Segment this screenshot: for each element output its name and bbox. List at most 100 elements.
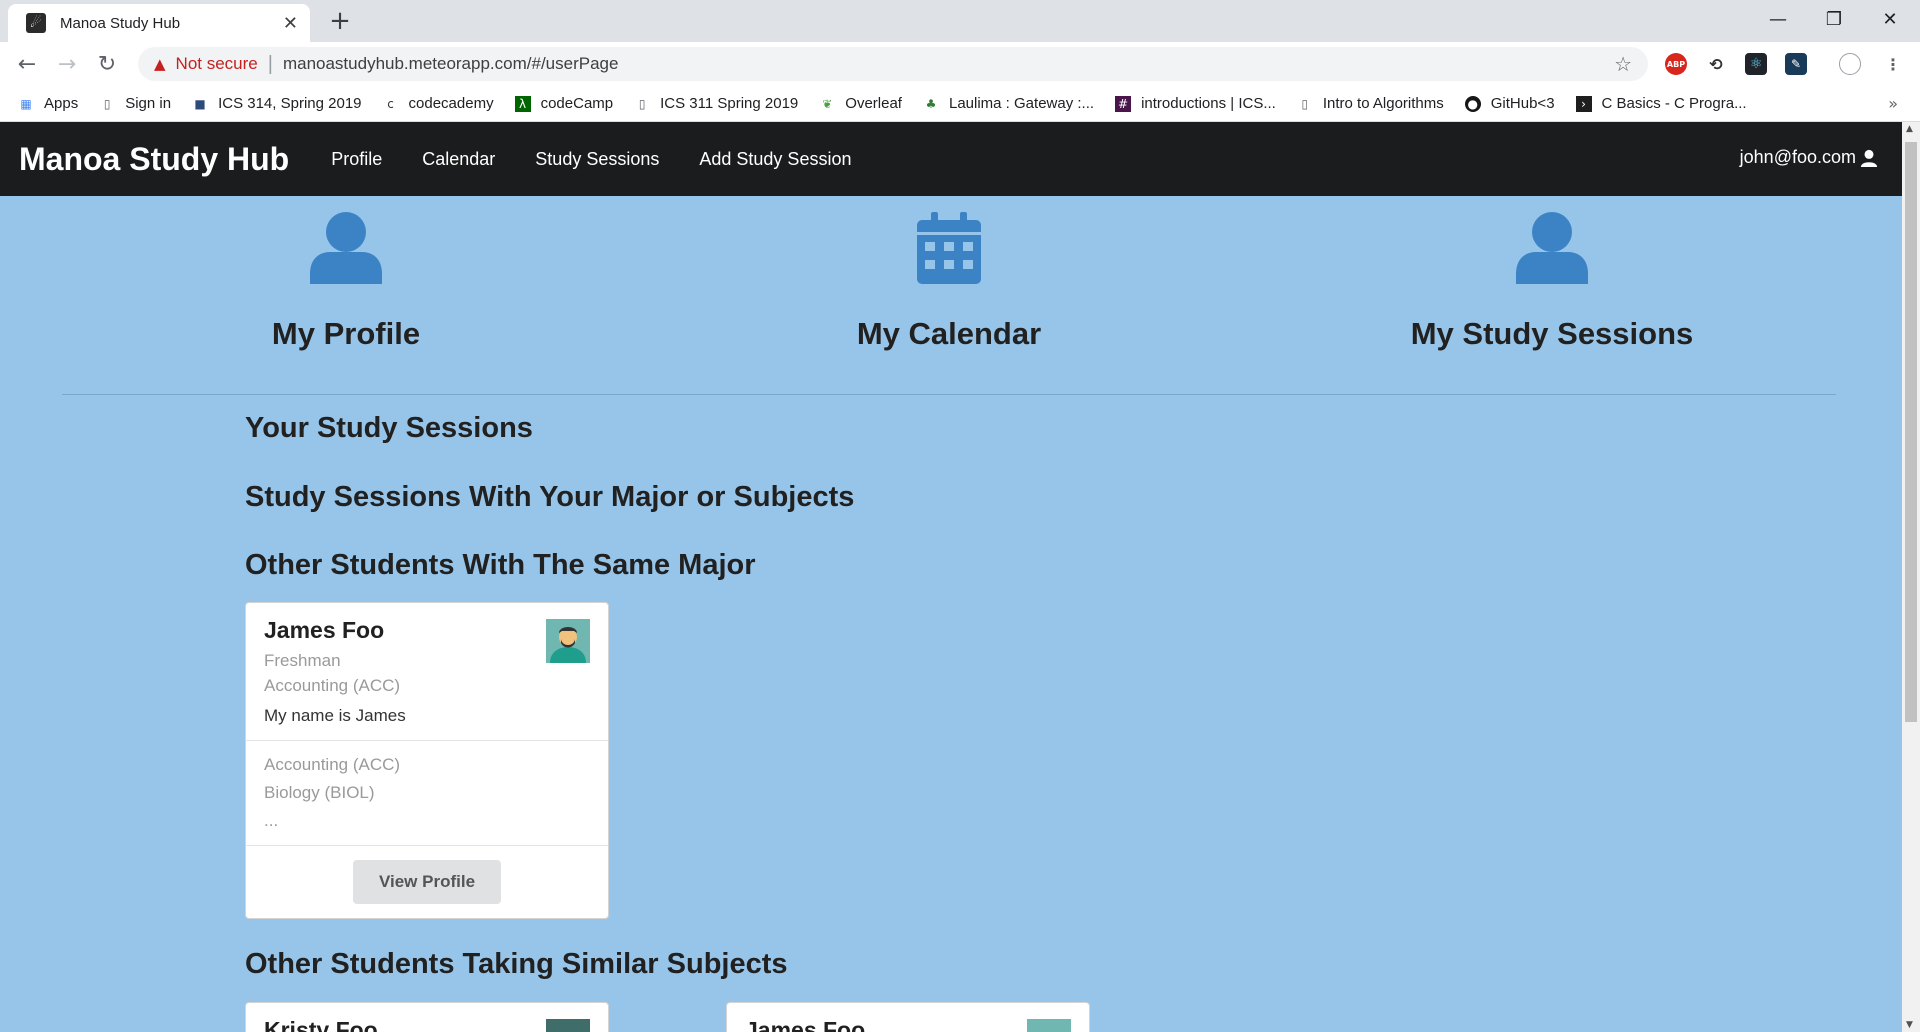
sync-extension-icon[interactable]: ⟲ — [1705, 53, 1727, 75]
react-devtools-icon[interactable]: ⚛ — [1745, 53, 1767, 75]
student-major: Accounting (ACC) — [264, 676, 401, 695]
heading-your-study-sessions: Your Study Sessions — [245, 412, 533, 444]
student-name: James Foo — [264, 617, 385, 643]
scrollbar-thumb[interactable] — [1905, 142, 1917, 722]
student-year: Freshman — [264, 651, 341, 670]
bookmark-item[interactable]: ❦ Overleaf — [819, 95, 902, 112]
student-card: James Foo — [726, 1002, 1090, 1032]
user-icon — [1516, 212, 1588, 284]
student-card: James Foo Freshman Accounting (ACC) My n… — [245, 602, 609, 919]
reload-icon[interactable]: ↻ — [91, 48, 123, 80]
page-scrollbar[interactable]: ▲ ▼ — [1902, 122, 1920, 1032]
browser-tab[interactable]: ☄ Manoa Study Hub ✕ — [8, 4, 310, 42]
brand-logo[interactable]: Manoa Study Hub — [19, 141, 289, 178]
student-subjects: Accounting (ACC) Biology (BIOL) ... — [246, 741, 608, 846]
user-menu[interactable]: john@foo.com — [1740, 147, 1878, 168]
subject-item: Accounting (ACC) — [264, 755, 401, 774]
student-avatar — [546, 619, 590, 663]
page-content: Manoa Study Hub Profile Calendar Study S… — [0, 122, 1902, 1032]
page-icon: ▯ — [638, 96, 646, 111]
feature-my-calendar[interactable]: My Calendar — [749, 212, 1149, 352]
feature-my-profile[interactable]: My Profile — [146, 212, 546, 352]
student-name: James Foo — [745, 1017, 866, 1032]
nav-item-calendar[interactable]: Calendar — [422, 149, 495, 170]
student-avatar — [1027, 1019, 1071, 1032]
heading-similar-subjects: Other Students Taking Similar Subjects — [245, 948, 788, 980]
bookmark-item[interactable]: ■ ICS 314, Spring 2019 — [192, 95, 361, 112]
url-text[interactable]: manoastudyhub.meteorapp.com/#/userPage — [283, 54, 1614, 74]
close-tab-icon[interactable]: ✕ — [283, 13, 298, 34]
browser-tab-strip: ☄ Manoa Study Hub ✕ + — ❐ ✕ — [0, 0, 1920, 42]
bookmark-item[interactable]: ♣ Laulima : Gateway :... — [923, 95, 1094, 112]
edit-extension-icon[interactable]: ✎ — [1785, 53, 1807, 75]
address-separator: | — [267, 52, 273, 75]
security-status[interactable]: Not secure — [176, 54, 258, 74]
nav-item-add-study-session[interactable]: Add Study Session — [699, 149, 851, 170]
restore-window-button[interactable]: ❐ — [1806, 0, 1862, 38]
user-icon — [310, 212, 382, 284]
feature-label: My Calendar — [856, 316, 1042, 351]
laulima-icon: ♣ — [925, 96, 937, 111]
scroll-up-icon[interactable]: ▲ — [1906, 124, 1913, 134]
view-profile-button[interactable]: View Profile — [353, 860, 501, 904]
nav-item-profile[interactable]: Profile — [331, 149, 382, 170]
student-description: My name is James — [264, 706, 406, 725]
more-bookmarks-icon[interactable]: » — [1888, 94, 1898, 113]
github-icon: ● — [1464, 95, 1481, 112]
heading-same-major: Other Students With The Same Major — [245, 549, 756, 581]
student-card-body: Kristy Foo — [246, 1003, 608, 1032]
close-window-button[interactable]: ✕ — [1862, 0, 1918, 38]
warning-icon: ▲ — [154, 55, 166, 73]
app-navbar: Manoa Study Hub Profile Calendar Study S… — [0, 122, 1902, 196]
bookmark-item[interactable]: # introductions | ICS... — [1115, 95, 1276, 112]
bookmark-item[interactable]: ▯ ICS 311 Spring 2019 — [634, 95, 798, 112]
student-card: Kristy Foo — [245, 1002, 609, 1032]
student-card-body: James Foo Freshman Accounting (ACC) My n… — [246, 603, 608, 741]
feature-label: My Profile — [271, 316, 421, 351]
bookmark-item[interactable]: c codecademy — [383, 95, 493, 112]
browser-toolbar: ← → ↻ ▲ Not secure | manoastudyhub.meteo… — [0, 42, 1920, 86]
bookmark-item[interactable]: ● GitHub<3 — [1464, 95, 1555, 112]
feature-label: My Study Sessions — [1410, 316, 1694, 351]
bookmark-item[interactable]: ▯ Sign in — [99, 95, 171, 112]
terminal-icon: › — [1575, 95, 1592, 112]
bookmark-item[interactable]: › C Basics - C Progra... — [1575, 95, 1747, 112]
address-bar[interactable]: ▲ Not secure | manoastudyhub.meteorapp.c… — [138, 47, 1648, 81]
codecamp-icon: λ — [514, 95, 531, 112]
profile-avatar-icon[interactable] — [1839, 53, 1861, 75]
back-arrow-icon[interactable]: ← — [11, 48, 43, 80]
new-tab-button[interactable]: + — [325, 6, 355, 36]
calendar-icon — [917, 212, 981, 284]
page-icon: ▯ — [1301, 96, 1309, 111]
slack-icon: # — [1115, 95, 1132, 112]
bookmarks-bar: ▦ Apps ▯ Sign in ■ ICS 314, Spring 2019 c co… — [0, 86, 1920, 122]
bookmark-item[interactable]: λ codeCamp — [514, 95, 613, 112]
browser-menu-icon[interactable]: ⋮ — [1882, 53, 1904, 75]
codecademy-icon: c — [387, 96, 394, 111]
subject-item: Biology (BIOL) — [264, 783, 375, 802]
user-icon — [1860, 149, 1878, 167]
student-avatar — [546, 1019, 590, 1032]
apps-grid-icon: ▦ — [20, 96, 32, 111]
student-card-footer: View Profile — [246, 846, 608, 918]
leaf-icon: ❦ — [822, 96, 833, 111]
scroll-down-icon[interactable]: ▼ — [1906, 1020, 1913, 1030]
tab-title: Manoa Study Hub — [60, 14, 181, 32]
user-email: john@foo.com — [1739, 147, 1856, 167]
heading-major-study-sessions: Study Sessions With Your Major or Subjec… — [245, 481, 855, 513]
minimize-window-button[interactable]: — — [1750, 0, 1806, 38]
nav-item-study-sessions[interactable]: Study Sessions — [535, 149, 659, 170]
bookmark-item[interactable]: ▯ Intro to Algorithms — [1297, 95, 1444, 112]
student-name: Kristy Foo — [264, 1017, 378, 1032]
forward-arrow-icon[interactable]: → — [51, 48, 83, 80]
square-icon: ■ — [194, 96, 206, 111]
feature-my-study-sessions[interactable]: My Study Sessions — [1352, 212, 1752, 352]
page-icon: ▯ — [103, 96, 111, 111]
student-card-body: James Foo — [727, 1003, 1089, 1032]
meteor-favicon-icon: ☄ — [26, 13, 46, 33]
subject-item: ... — [264, 811, 279, 830]
section-divider — [62, 394, 1836, 395]
bookmark-item[interactable]: ▦ Apps — [18, 95, 78, 112]
bookmark-star-icon[interactable]: ☆ — [1614, 52, 1632, 76]
adblock-extension-icon[interactable]: ABP — [1665, 53, 1687, 75]
